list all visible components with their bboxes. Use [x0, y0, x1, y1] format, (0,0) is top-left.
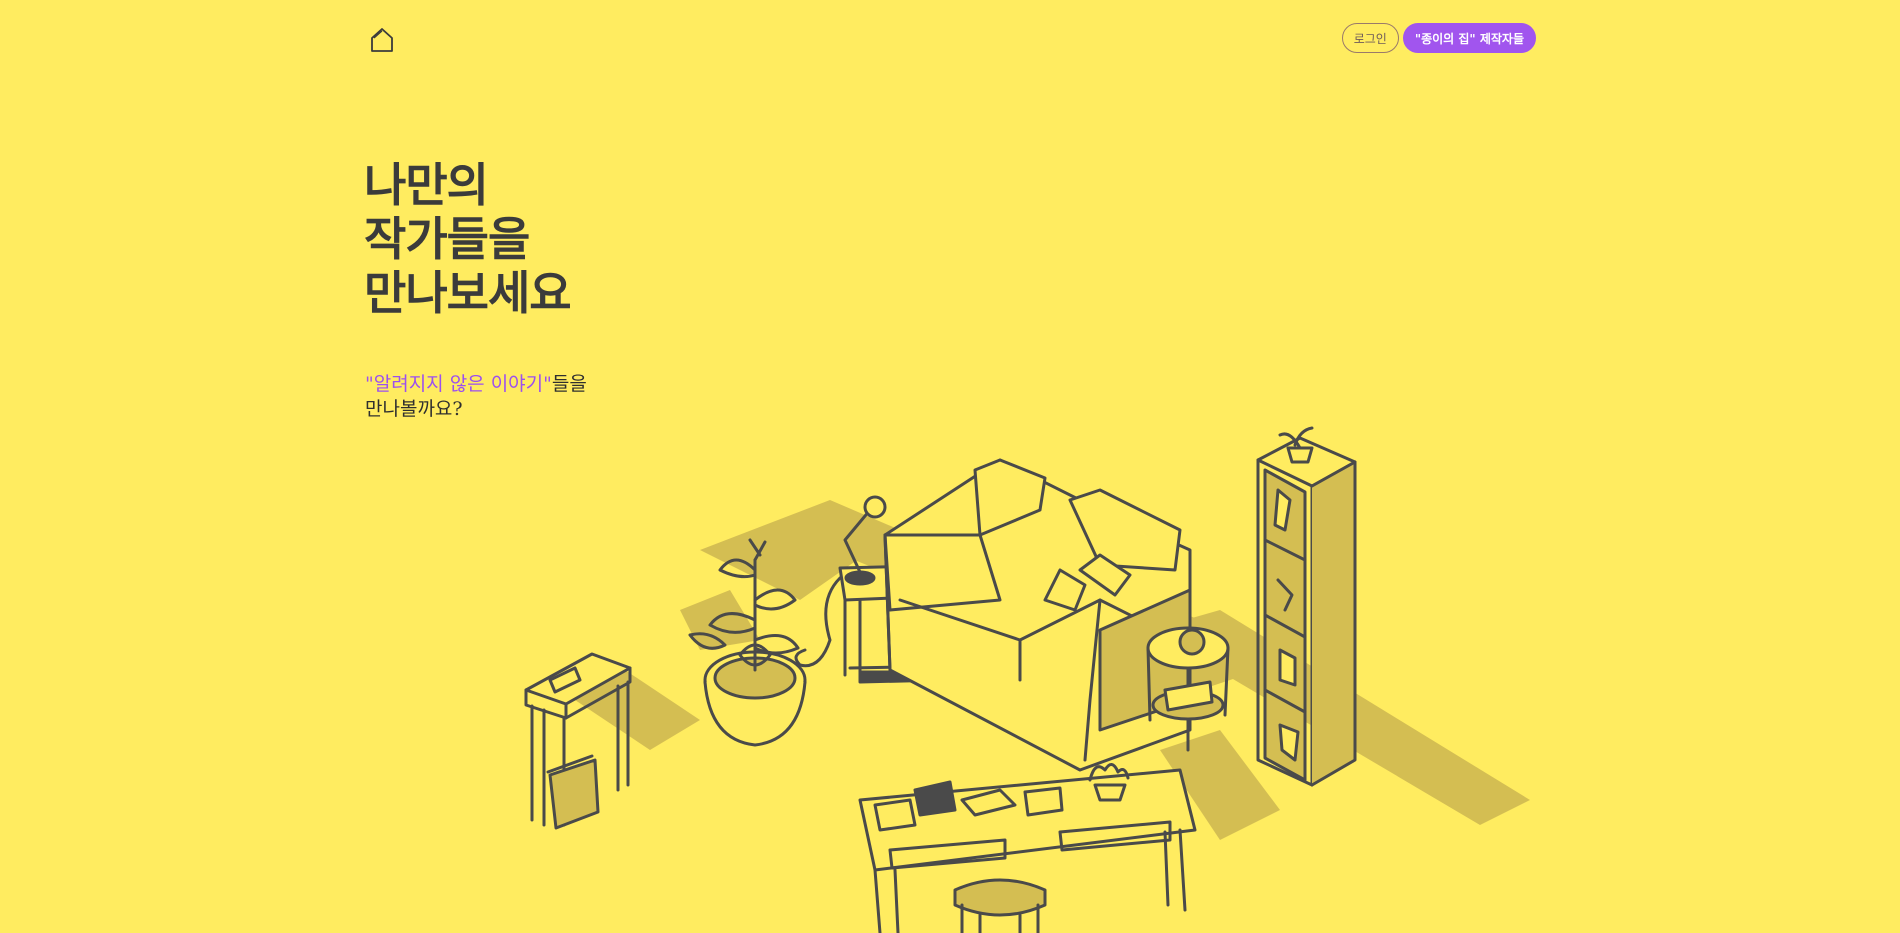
- house-outline-icon: [371, 28, 393, 52]
- stool: [953, 878, 1047, 933]
- hero-title-line-2: 작가들을: [364, 212, 530, 266]
- header-nav: 로그인 "종이의 집" 제작자들: [1341, 23, 1536, 53]
- hero-title-line-3: 만나보세요: [364, 266, 572, 320]
- landing-page: 로그인 "종이의 집" 제작자들 나만의 작가들을 만나보세요 "알려지지 않은…: [0, 0, 1900, 933]
- hero-title: 나만의 작가들을 만나보세요: [364, 158, 572, 320]
- hero-title-line-1: 나만의: [364, 158, 489, 212]
- hero-subtitle-line-1: "알려지지 않은 이야기"들을: [365, 372, 587, 397]
- isometric-living-room-illustration: [524, 426, 1530, 933]
- top-header: 로그인 "종이의 집" 제작자들: [0, 0, 1900, 80]
- sofa: [883, 458, 1192, 772]
- furniture-line-art: [524, 426, 1357, 933]
- bookcase: [1256, 426, 1357, 787]
- login-button[interactable]: 로그인: [1341, 23, 1399, 53]
- hero-subtitle-rest: 들을: [551, 373, 587, 395]
- makers-button[interactable]: "종이의 집" 제작자들: [1402, 23, 1536, 53]
- hero-subtitle-accent: "알려지지 않은 이야기": [365, 373, 552, 395]
- home-logo-link[interactable]: [366, 24, 398, 56]
